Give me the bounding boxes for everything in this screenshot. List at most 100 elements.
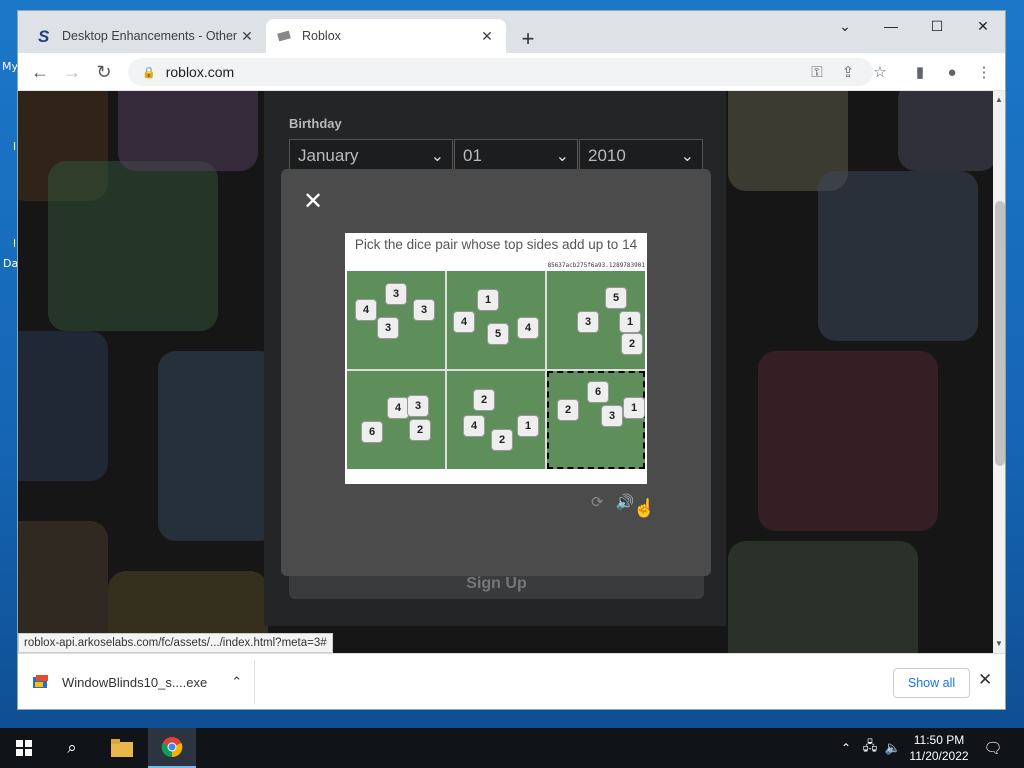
forward-arrow-icon[interactable]: → xyxy=(58,58,86,86)
captcha-image-grid: 4 3 3 3 4 5 4 1 5 3 1 2 6 4 2 3 2 4 1 2 … xyxy=(347,271,645,469)
die: 2 xyxy=(409,419,431,441)
refresh-icon[interactable]: ⟳ xyxy=(591,493,604,511)
tab-strip: S Desktop Enhancements - Other Downloads… xyxy=(18,11,1005,53)
year-value: 2010 xyxy=(588,146,626,165)
die: 2 xyxy=(473,389,495,411)
die: 6 xyxy=(587,381,609,403)
captcha-prompt: Pick the dice pair whose top sides add u… xyxy=(354,237,638,252)
share-icon[interactable]: ⇪ xyxy=(834,58,862,86)
captcha-tile[interactable]: 4 3 3 3 xyxy=(347,271,445,369)
menu-kebab-icon[interactable]: ⋮ xyxy=(970,58,998,86)
captcha-tile[interactable]: 5 3 1 2 xyxy=(547,271,645,369)
desktop-icon-label[interactable]: My xyxy=(2,60,18,73)
taskbar: ⌕ ⌃ 🖧 🔈 11:50 PM 11/20/2022 🗨 xyxy=(0,728,1024,768)
year-select[interactable]: 2010 ⌄ xyxy=(579,139,703,173)
bookmark-star-icon[interactable]: ☆ xyxy=(866,58,894,86)
show-all-button[interactable]: Show all xyxy=(893,668,970,698)
captcha-tile[interactable]: 6 4 2 3 xyxy=(347,371,445,469)
die: 5 xyxy=(487,323,509,345)
die: 2 xyxy=(557,399,579,421)
svg-text:S: S xyxy=(38,28,50,44)
tab-title: Desktop Enhancements - Other Downloads xyxy=(62,29,238,43)
audio-icon[interactable]: 🔊 xyxy=(616,493,635,511)
chevron-down-icon: ⌄ xyxy=(555,148,569,165)
roblox-page: Birthday January ⌄ 01 ⌄ 2010 ⌄ Sign Up ✕… xyxy=(18,91,993,653)
captcha-modal: ✕ Pick the dice pair whose top sides add… xyxy=(281,169,711,576)
browser-toolbar: ← → ↻ 🔒 roblox.com ⚿ ⇪ ☆ ▮ ● ⋮ xyxy=(18,53,1005,91)
close-icon[interactable]: ✕ xyxy=(478,27,496,45)
tab-title: Roblox xyxy=(302,29,341,43)
vertical-scrollbar[interactable]: ▲ ▼ xyxy=(993,91,1005,653)
captcha-panel: Pick the dice pair whose top sides add u… xyxy=(345,233,655,518)
close-icon[interactable]: ✕ xyxy=(978,670,992,690)
file-explorer-icon[interactable] xyxy=(98,728,146,768)
tab-desktop-enhancements[interactable]: S Desktop Enhancements - Other Downloads… xyxy=(26,19,266,53)
die: 2 xyxy=(491,429,513,451)
die: 3 xyxy=(601,405,623,427)
die: 3 xyxy=(407,395,429,417)
download-bar: WindowBlinds10_s....exe ⌃ Show all ✕ xyxy=(18,653,1005,709)
die: 3 xyxy=(413,299,435,321)
url-text: roblox.com xyxy=(165,64,235,80)
chrome-taskbar-icon[interactable] xyxy=(148,728,196,768)
address-bar[interactable]: 🔒 roblox.com xyxy=(128,58,873,86)
scroll-up-icon[interactable]: ▲ xyxy=(995,95,1003,104)
back-arrow-icon[interactable]: ← xyxy=(26,58,54,86)
profile-avatar-icon[interactable]: ● xyxy=(938,58,966,86)
tab-roblox[interactable]: Roblox ✕ xyxy=(266,19,506,53)
maximize-button[interactable]: ☐ xyxy=(914,11,960,41)
browser-window: S Desktop Enhancements - Other Downloads… xyxy=(17,10,1006,710)
die: 1 xyxy=(619,311,641,333)
die: 6 xyxy=(361,421,383,443)
captcha-tile[interactable]: 4 5 4 1 xyxy=(447,271,545,369)
close-icon[interactable]: ✕ xyxy=(301,188,325,215)
close-icon[interactable]: ✕ xyxy=(238,27,256,45)
month-select[interactable]: January ⌄ xyxy=(289,139,453,173)
desktop-icon-label[interactable]: l xyxy=(13,237,16,250)
stardock-s-icon: S xyxy=(36,28,52,44)
die: 1 xyxy=(623,397,645,419)
side-panel-icon[interactable]: ▮ xyxy=(906,58,934,86)
new-tab-button[interactable]: + xyxy=(514,25,542,53)
network-icon[interactable]: 🖧 xyxy=(858,728,882,768)
volume-icon[interactable]: 🔈 xyxy=(882,728,904,768)
chevron-down-icon: ⌄ xyxy=(680,148,694,165)
die: 3 xyxy=(385,283,407,305)
hand-cursor-icon: ☝ xyxy=(633,498,656,518)
windows-start-icon[interactable] xyxy=(0,728,48,768)
tab-search-icon[interactable]: ⌄ xyxy=(822,11,868,41)
roblox-icon xyxy=(276,28,292,44)
search-icon[interactable]: ⌕ xyxy=(48,728,96,768)
captcha-tile[interactable]: 2 4 1 2 xyxy=(447,371,545,469)
scroll-down-icon[interactable]: ▼ xyxy=(995,639,1003,648)
close-window-button[interactable]: ✕ xyxy=(960,11,1005,41)
die: 3 xyxy=(377,317,399,339)
system-clock[interactable]: 11:50 PM 11/20/2022 xyxy=(908,732,970,764)
die: 1 xyxy=(517,415,539,437)
installer-icon xyxy=(32,673,50,691)
die: 2 xyxy=(621,333,643,355)
clock-time: 11:50 PM xyxy=(913,733,965,747)
day-value: 01 xyxy=(463,146,482,165)
captcha-tile-selected[interactable]: 2 6 3 1 xyxy=(547,371,645,469)
month-value: January xyxy=(298,146,359,165)
lock-icon[interactable]: 🔒 xyxy=(142,66,156,79)
desktop-icon-label[interactable]: l xyxy=(13,140,16,153)
minimize-button[interactable]: — xyxy=(868,11,914,41)
chevron-up-icon[interactable]: ⌃ xyxy=(836,728,856,768)
download-filename: WindowBlinds10_s....exe xyxy=(62,674,208,690)
chevron-up-icon[interactable]: ⌃ xyxy=(231,674,242,690)
day-select[interactable]: 01 ⌄ xyxy=(454,139,578,173)
clock-date: 11/20/2022 xyxy=(909,749,969,763)
reload-icon[interactable]: ↻ xyxy=(90,58,118,86)
desktop-icon-label[interactable]: Da xyxy=(3,257,18,270)
die: 4 xyxy=(387,397,409,419)
key-icon[interactable]: ⚿ xyxy=(803,58,831,86)
die: 4 xyxy=(517,317,539,339)
status-url-bar: roblox-api.arkoselabs.com/fc/assets/.../… xyxy=(18,633,333,653)
scrollbar-thumb[interactable] xyxy=(995,201,1005,466)
captcha-session-id: 85637acb275f6a93.1289783901 xyxy=(547,262,645,269)
notification-icon[interactable]: 🗨 xyxy=(978,728,1008,768)
die: 3 xyxy=(577,311,599,333)
download-item[interactable]: WindowBlinds10_s....exe ⌃ xyxy=(32,670,242,694)
